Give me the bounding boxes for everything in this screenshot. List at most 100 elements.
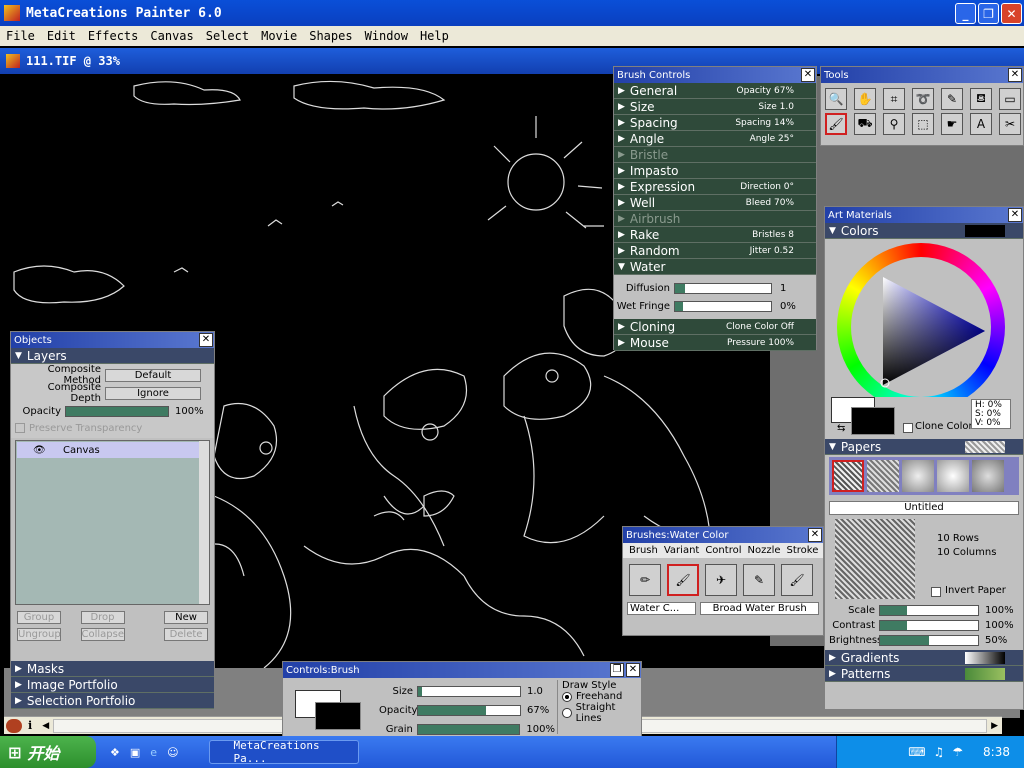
brush-section-general[interactable]: ▶ General Opacity 67% <box>614 83 816 99</box>
mouse-section-header[interactable]: ▶ Mouse Pressure 100% <box>614 335 816 351</box>
contrast-slider[interactable] <box>879 620 979 631</box>
paper-swatch-selected[interactable] <box>832 460 864 492</box>
rectangle-shape-icon[interactable]: ▭ <box>999 88 1021 110</box>
brush-section-rake[interactable]: ▶ Rake Bristles 8 <box>614 227 816 243</box>
menu-file[interactable]: File <box>0 29 41 43</box>
brushes-titlebar[interactable]: Brushes:Water Color ✕ <box>623 527 823 543</box>
brush-opacity-slider[interactable] <box>417 705 521 716</box>
layer-item-canvas[interactable]: 👁 Canvas <box>17 442 208 458</box>
menu-effects[interactable]: Effects <box>82 29 145 43</box>
minimize-button[interactable]: _ <box>955 3 976 24</box>
papers-section-header[interactable]: ▼ Papers <box>825 439 1023 455</box>
brush-variant-select[interactable]: Broad Water Brush <box>700 602 819 615</box>
patterns-section-header[interactable]: ▶ Patterns <box>825 666 1023 682</box>
nozzle-menu[interactable]: Nozzle <box>747 545 780 556</box>
clock[interactable]: 8:38 <box>983 745 1010 759</box>
text-tool-icon[interactable]: A <box>970 113 992 135</box>
controls-brush-collapse-button[interactable]: ❐ <box>610 663 624 677</box>
paper-swatch[interactable] <box>902 460 934 492</box>
gradients-section-header[interactable]: ▶ Gradients <box>825 650 1023 666</box>
invert-paper-checkbox[interactable] <box>931 587 941 597</box>
brush-section-impasto[interactable]: ▶ Impasto <box>614 163 816 179</box>
brush-size-slider[interactable] <box>417 686 521 697</box>
menu-help[interactable]: Help <box>414 29 455 43</box>
restore-button[interactable]: ❐ <box>978 3 999 24</box>
brush-section-expression[interactable]: ▶ Expression Direction 0° <box>614 179 816 195</box>
art-materials-titlebar[interactable]: Art Materials ✕ <box>825 207 1023 223</box>
paper-name-field[interactable]: Untitled <box>829 501 1019 515</box>
brush-selected-icon[interactable]: 🖌 <box>825 113 847 135</box>
info-icon[interactable]: i <box>28 719 32 732</box>
brush-controls-titlebar[interactable]: Brush Controls ✕ <box>614 67 816 83</box>
brush-tool-icon[interactable]: ✎ <box>941 88 963 110</box>
tray-icon[interactable]: ⌨ <box>908 745 925 759</box>
controls-brush-close-button[interactable]: ✕ <box>626 663 640 677</box>
brightness-slider[interactable] <box>879 635 979 646</box>
brush-section-spacing[interactable]: ▶ Spacing Spacing 14% <box>614 115 816 131</box>
clone-color-checkbox[interactable] <box>903 423 913 433</box>
brushes-close-button[interactable]: ✕ <box>808 528 822 542</box>
paper-swatch[interactable] <box>937 460 969 492</box>
paper-swatch[interactable] <box>867 460 899 492</box>
close-button[interactable]: ✕ <box>1001 3 1022 24</box>
tools-titlebar[interactable]: Tools ✕ <box>821 67 1023 83</box>
menu-movie[interactable]: Movie <box>255 29 303 43</box>
swap-colors-icon[interactable]: ⇆ <box>837 423 845 434</box>
layer-opacity-slider[interactable] <box>65 405 169 417</box>
image-portfolio-section-header[interactable]: ▶ Image Portfolio <box>11 677 214 693</box>
grabber-hand-icon[interactable]: ✋ <box>854 88 876 110</box>
colors-section-header[interactable]: ▼ Colors <box>825 223 1023 239</box>
layers-section-header[interactable]: ▼ Layers <box>11 348 214 364</box>
water-color-brush-icon[interactable]: 🖌 <box>667 564 699 596</box>
task-button-painter[interactable]: MetaCreations Pa... <box>208 739 359 765</box>
chalk-icon[interactable]: ✎ <box>743 564 775 596</box>
menu-canvas[interactable]: Canvas <box>144 29 199 43</box>
masks-section-header[interactable]: ▶ Masks <box>11 661 214 677</box>
lasso-icon[interactable]: ➰ <box>912 88 934 110</box>
collapse-button[interactable]: Collapse <box>80 628 125 641</box>
ie-icon[interactable]: e <box>150 746 157 759</box>
brush-controls-close-button[interactable]: ✕ <box>801 68 815 82</box>
quick-launch-icon[interactable]: ▣ <box>130 746 140 759</box>
scissors-icon[interactable]: ✂ <box>999 113 1021 135</box>
tray-icon[interactable]: ♫ <box>934 745 945 759</box>
quick-launch-icon[interactable]: ❖ <box>110 746 120 759</box>
saturation-value-triangle[interactable] <box>825 239 1024 409</box>
art-materials-close-button[interactable]: ✕ <box>1008 208 1022 222</box>
delete-layer-button[interactable]: Delete <box>164 628 208 641</box>
scroll-right-arrow[interactable]: ▶ <box>991 721 998 731</box>
ungroup-button[interactable]: Ungroup <box>17 628 61 641</box>
menu-window[interactable]: Window <box>359 29 414 43</box>
variant-menu[interactable]: Variant <box>664 545 699 556</box>
pencil-brush-icon[interactable]: ✏ <box>629 564 661 596</box>
tools-close-button[interactable]: ✕ <box>1008 68 1022 82</box>
straight-lines-radio[interactable] <box>562 708 572 718</box>
menu-edit[interactable]: Edit <box>41 29 82 43</box>
oil-brush-icon[interactable]: 🖌 <box>781 564 813 596</box>
paint-bucket-icon[interactable]: ⛾ <box>970 88 992 110</box>
brush-section-airbrush[interactable]: ▶ Airbrush <box>614 211 816 227</box>
scroll-left-arrow[interactable]: ◀ <box>42 721 49 731</box>
cloning-section-header[interactable]: ▶ Cloning Clone Color Off <box>614 319 816 335</box>
new-layer-button[interactable]: New <box>164 611 208 624</box>
messenger-icon[interactable]: ☺ <box>167 746 178 759</box>
paper-swatch[interactable] <box>972 460 1004 492</box>
diffusion-slider[interactable] <box>674 282 772 294</box>
fill-icon[interactable]: ⛟ <box>854 113 876 135</box>
composite-method-select[interactable]: Default <box>105 368 201 382</box>
control-menu[interactable]: Control <box>705 545 741 556</box>
paint-icon[interactable] <box>6 718 22 733</box>
magnifier-icon[interactable]: 🔍 <box>825 88 847 110</box>
selection-adjuster-icon[interactable]: ☛ <box>941 113 963 135</box>
brush-section-bristle[interactable]: ▶ Bristle <box>614 147 816 163</box>
grain-slider[interactable] <box>416 724 521 735</box>
preserve-checkbox[interactable] <box>15 423 25 433</box>
objects-titlebar[interactable]: Objects ✕ <box>11 332 214 348</box>
color-wheel[interactable] <box>825 239 1023 411</box>
water-section-header[interactable]: ▼ Water <box>614 259 816 275</box>
secondary-color-box[interactable] <box>315 702 361 730</box>
airbrush-icon[interactable]: ✈ <box>705 564 737 596</box>
menu-shapes[interactable]: Shapes <box>303 29 358 43</box>
rect-select-icon[interactable]: ⬚ <box>912 113 934 135</box>
scale-slider[interactable] <box>879 605 979 616</box>
